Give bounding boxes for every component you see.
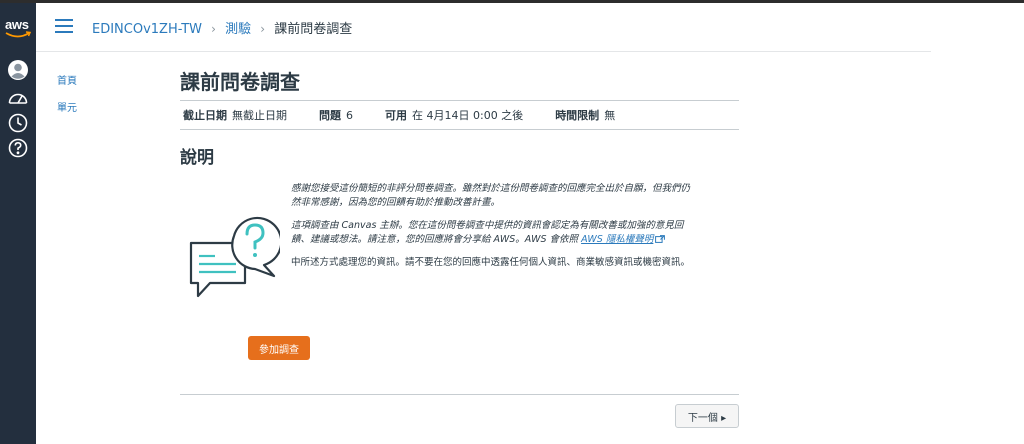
aws-smile-icon — [5, 31, 31, 38]
description-paragraph-2: 這項調查由 Canvas 主辦。您在這份問卷調查中提供的資訊會認定為有關改善或加… — [291, 220, 684, 245]
description-heading: 說明 — [180, 148, 214, 168]
description-text: 感謝您接受這份簡短的非評分問卷調查。雖然對於這份問卷調查的回應完全出於自願，但我… — [291, 182, 691, 279]
help-icon[interactable] — [7, 137, 29, 159]
quiz-content: 課前問卷調查 截止日期 無截止日期 問題 6 可用在 4月14日 0:00 之後 時… — [180, 66, 739, 352]
description-body: 感謝您接受這份簡短的非評分問卷調查。雖然對於這份問卷調查的回應完全出於自願，但我… — [180, 182, 739, 352]
description-paragraph-1: 感謝您接受這份簡短的非評分問卷調查。雖然對於這份問卷調查的回應完全出於自願，但我… — [291, 183, 691, 208]
page-header: EDINCOv1ZH-TW › 測驗 › 課前問卷調查 — [36, 3, 931, 52]
hamburger-menu-icon[interactable] — [55, 19, 73, 33]
aws-logo[interactable]: aws — [5, 17, 33, 41]
external-link-icon — [655, 235, 666, 243]
history-icon[interactable] — [7, 112, 29, 134]
breadcrumb-current: 課前問卷調查 — [274, 22, 353, 37]
breadcrumb-separator-icon: › — [260, 22, 266, 36]
take-survey-button[interactable]: 參加調查 — [248, 336, 310, 360]
breadcrumb-quizzes-link[interactable]: 測驗 — [225, 22, 251, 37]
question-count: 問題 6 — [319, 109, 353, 122]
breadcrumb-separator-icon: › — [211, 22, 216, 36]
availability: 可用在 4月14日 0:00 之後 — [385, 109, 524, 122]
global-nav-rail: aws — [0, 3, 36, 444]
next-button[interactable]: 下一個 ▸ — [675, 404, 739, 428]
course-nav-home[interactable]: 首頁 — [57, 72, 77, 87]
dashboard-icon[interactable] — [7, 87, 29, 109]
content-divider — [180, 394, 739, 395]
course-nav: 首頁 單元 — [57, 72, 77, 126]
quiz-meta-bar: 截止日期 無截止日期 問題 6 可用在 4月14日 0:00 之後 時間限制無 — [180, 100, 739, 130]
course-nav-modules[interactable]: 單元 — [57, 99, 77, 114]
survey-chat-illustration-icon — [189, 216, 280, 298]
time-limit: 時間限制無 — [555, 109, 616, 122]
due-date: 截止日期 無截止日期 — [183, 109, 287, 122]
breadcrumb-course-link[interactable]: EDINCOv1ZH-TW — [92, 22, 202, 37]
aws-logo-text: aws — [5, 17, 29, 32]
page-title: 課前問卷調查 — [180, 70, 300, 94]
account-icon[interactable] — [7, 59, 29, 81]
aws-privacy-link[interactable]: AWS 隱私權聲明 — [581, 234, 653, 245]
description-paragraph-3: 中所述方式處理您的資訊。請不要在您的回應中透露任何個人資訊、商業敏感資訊或機密資… — [291, 257, 691, 268]
breadcrumb: EDINCOv1ZH-TW › 測驗 › 課前問卷調查 — [92, 18, 352, 37]
